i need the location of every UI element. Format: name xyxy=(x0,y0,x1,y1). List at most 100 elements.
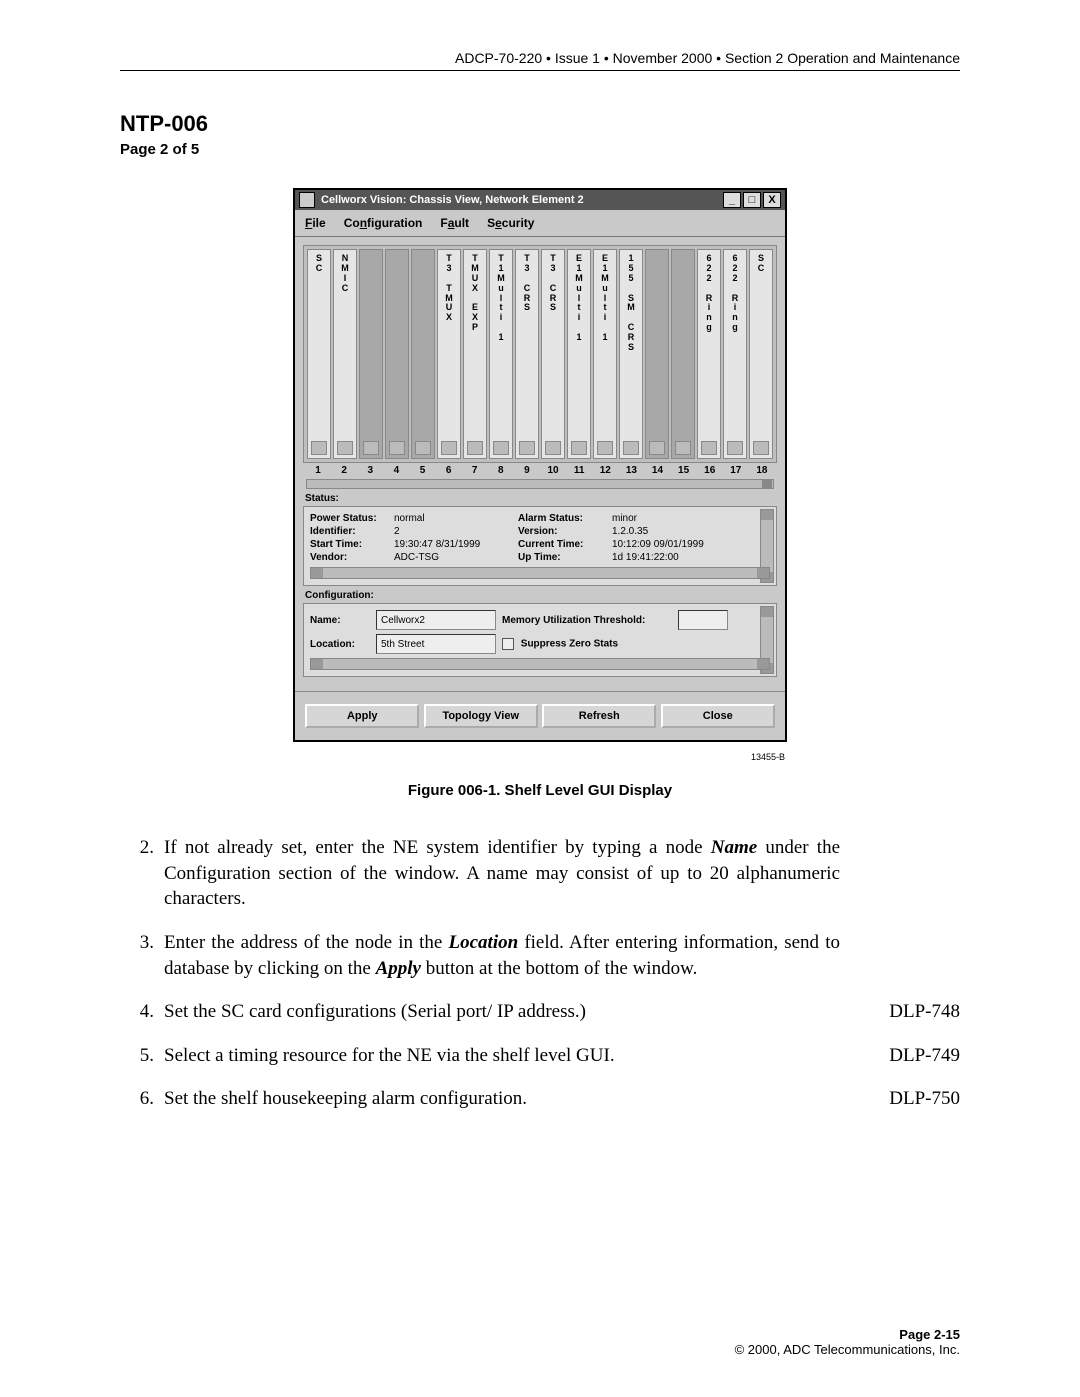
scroll-up-icon[interactable] xyxy=(761,510,773,520)
slot-15[interactable] xyxy=(671,249,695,459)
slot-4[interactable] xyxy=(385,249,409,459)
slot-12[interactable]: E 1 M u l t i 1 xyxy=(593,249,617,459)
name-field[interactable]: Cellworx2 xyxy=(376,610,496,630)
status-panel: Power Status: normal Alarm Status: minor… xyxy=(303,506,777,586)
slot-number-8: 8 xyxy=(489,465,513,476)
slot-9-footer-icon xyxy=(519,441,535,455)
slot-9[interactable]: T 3 C R S xyxy=(515,249,539,459)
page-footer: Page 2-15 © 2000, ADC Telecommunications… xyxy=(735,1327,960,1357)
slot-17[interactable]: 6 2 2 R i n g xyxy=(723,249,747,459)
scroll-left-icon[interactable] xyxy=(311,568,323,578)
configuration-panel: Name: Cellworx2 Memory Utilization Thres… xyxy=(303,603,777,677)
step-reference: DLP-750 xyxy=(850,1086,960,1112)
document-header: ADCP-70-220 • Issue 1 • November 2000 • … xyxy=(120,50,960,71)
step-text: Set the SC card configurations (Serial p… xyxy=(164,999,840,1025)
instruction-list: 2.If not already set, enter the NE syste… xyxy=(120,835,960,1112)
scroll-right-icon[interactable] xyxy=(757,659,769,669)
step-reference: DLP-748 xyxy=(850,999,960,1025)
instruction-step: 5.Select a timing resource for the NE vi… xyxy=(120,1043,960,1069)
slot-11-footer-icon xyxy=(571,441,587,455)
slot-8[interactable]: T 1 M u l t i 1 xyxy=(489,249,513,459)
up-time-label: Up Time: xyxy=(518,552,608,563)
alarm-status-value: minor xyxy=(612,513,732,524)
slot-3[interactable] xyxy=(359,249,383,459)
slot-number-5: 5 xyxy=(410,465,434,476)
slot-6-footer-icon xyxy=(441,441,457,455)
slot-16[interactable]: 6 2 2 R i n g xyxy=(697,249,721,459)
slot-10-label: T 3 C R S xyxy=(550,254,557,313)
instruction-step: 2.If not already set, enter the NE syste… xyxy=(120,835,960,912)
power-status-value: normal xyxy=(394,513,514,524)
system-menu-icon[interactable] xyxy=(299,192,315,208)
config-horizontal-scrollbar[interactable] xyxy=(310,658,770,670)
minimize-button[interactable]: _ xyxy=(723,192,741,208)
step-number: 2. xyxy=(120,835,154,912)
chassis-slots: S CN M I CT 3 T M U XT M U X E X PT 1 M … xyxy=(303,245,777,463)
step-text: Set the shelf housekeeping alarm configu… xyxy=(164,1086,840,1112)
step-number: 4. xyxy=(120,999,154,1025)
slot-number-2: 2 xyxy=(332,465,356,476)
start-time-label: Start Time: xyxy=(310,539,390,550)
slot-1-footer-icon xyxy=(311,441,327,455)
copyright: © 2000, ADC Telecommunications, Inc. xyxy=(735,1342,960,1357)
step-number: 6. xyxy=(120,1086,154,1112)
slot-13-footer-icon xyxy=(623,441,639,455)
close-button[interactable]: Close xyxy=(661,704,775,728)
slot-7[interactable]: T M U X E X P xyxy=(463,249,487,459)
slot-18[interactable]: S C xyxy=(749,249,773,459)
slot-16-label: 6 2 2 R i n g xyxy=(706,254,713,333)
slot-number-6: 6 xyxy=(437,465,461,476)
menu-fault[interactable]: Fault xyxy=(440,216,469,230)
window-title: Cellworx Vision: Chassis View, Network E… xyxy=(321,194,584,206)
page-number: Page 2-15 xyxy=(735,1327,960,1342)
window-titlebar: Cellworx Vision: Chassis View, Network E… xyxy=(295,190,785,210)
chassis-scrollbar[interactable] xyxy=(306,479,774,489)
menu-file[interactable]: File xyxy=(305,216,326,230)
scroll-right-icon[interactable] xyxy=(757,568,769,578)
slot-11[interactable]: E 1 M u l t i 1 xyxy=(567,249,591,459)
slot-number-1: 1 xyxy=(306,465,330,476)
slot-numbers: 123456789101112131415161718 xyxy=(303,463,777,476)
slot-14-footer-icon xyxy=(649,441,665,455)
slot-17-label: 6 2 2 R i n g xyxy=(732,254,739,333)
scroll-up-icon[interactable] xyxy=(761,607,773,617)
maximize-button[interactable]: □ xyxy=(743,192,761,208)
scroll-left-icon[interactable] xyxy=(311,659,323,669)
slot-15-footer-icon xyxy=(675,441,691,455)
chassis-view-window: Cellworx Vision: Chassis View, Network E… xyxy=(293,188,787,742)
slot-1[interactable]: S C xyxy=(307,249,331,459)
memory-threshold-field[interactable] xyxy=(678,610,728,630)
step-number: 5. xyxy=(120,1043,154,1069)
slot-9-label: T 3 C R S xyxy=(524,254,531,313)
identifier-value: 2 xyxy=(394,526,514,537)
slot-number-9: 9 xyxy=(515,465,539,476)
topology-view-button[interactable]: Topology View xyxy=(424,704,538,728)
suppress-zero-stats-checkbox[interactable] xyxy=(502,638,514,650)
slot-5[interactable] xyxy=(411,249,435,459)
suppress-zero-stats-label: Suppress Zero Stats xyxy=(521,639,618,650)
apply-button[interactable]: Apply xyxy=(305,704,419,728)
slot-6[interactable]: T 3 T M U X xyxy=(437,249,461,459)
slot-10[interactable]: T 3 C R S xyxy=(541,249,565,459)
document-subtitle: Page 2 of 5 xyxy=(120,141,960,158)
slot-16-footer-icon xyxy=(701,441,717,455)
current-time-label: Current Time: xyxy=(518,539,608,550)
refresh-button[interactable]: Refresh xyxy=(542,704,656,728)
slot-2[interactable]: N M I C xyxy=(333,249,357,459)
instruction-step: 6. Set the shelf housekeeping alarm confi… xyxy=(120,1086,960,1112)
slot-3-footer-icon xyxy=(363,441,379,455)
step-number: 3. xyxy=(120,930,154,981)
location-field[interactable]: 5th Street xyxy=(376,634,496,654)
menu-configuration[interactable]: Configuration xyxy=(344,216,423,230)
slot-number-4: 4 xyxy=(384,465,408,476)
slot-number-16: 16 xyxy=(698,465,722,476)
close-window-button[interactable]: X xyxy=(763,192,781,208)
button-row: Apply Topology View Refresh Close xyxy=(295,691,785,740)
step-text: Enter the address of the node in the Loc… xyxy=(164,930,840,981)
status-horizontal-scrollbar[interactable] xyxy=(310,567,770,579)
menu-security[interactable]: Security xyxy=(487,216,534,230)
slot-12-footer-icon xyxy=(597,441,613,455)
slot-14[interactable] xyxy=(645,249,669,459)
slot-13[interactable]: 1 5 5 S M C R S xyxy=(619,249,643,459)
slot-6-label: T 3 T M U X xyxy=(445,254,453,323)
